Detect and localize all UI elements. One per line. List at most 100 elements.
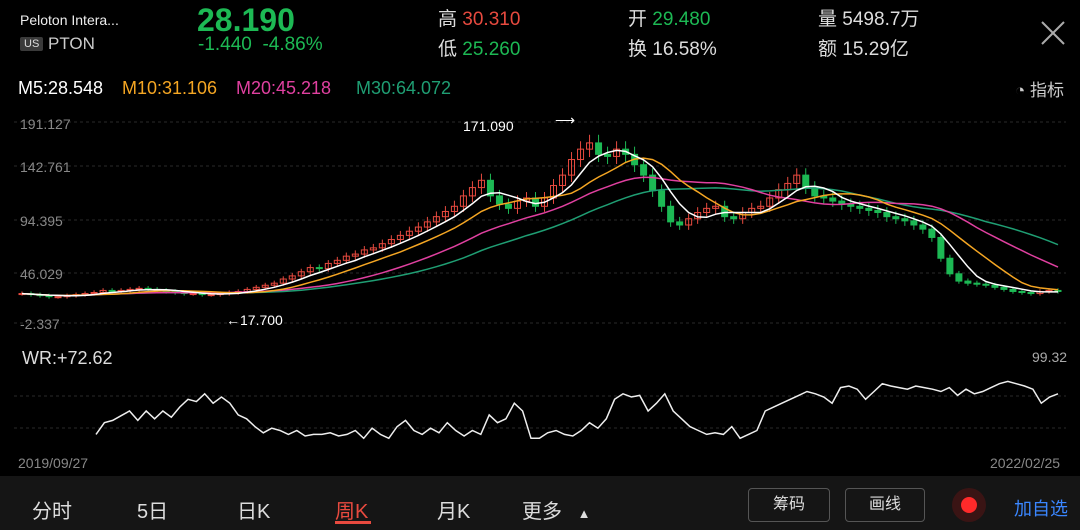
candle-body (901, 218, 909, 222)
candle-body (865, 207, 873, 211)
candle-body (856, 205, 864, 209)
high-label: 高 (438, 9, 458, 30)
tab-more-label: 更多 (522, 501, 562, 523)
ma20-line (21, 176, 1059, 297)
change-value: -1.440 (198, 34, 252, 55)
open-value: 29.480 (652, 9, 711, 30)
candle-body (928, 228, 936, 238)
candle-body (1027, 292, 1035, 295)
record-icon[interactable] (952, 488, 986, 522)
volume-label: 量 (818, 9, 838, 30)
arrow-right-icon: ⟶ (555, 112, 576, 128)
candle-body (676, 221, 684, 226)
ma5-value: M5:28.548 (18, 78, 104, 98)
candle-body (54, 296, 62, 299)
candle-body (315, 267, 323, 270)
ma10-line (21, 157, 1059, 297)
min-price-value: 17.700 (240, 312, 283, 328)
amount-value: 15.29亿 (842, 39, 909, 60)
gauge-icon: ◔ (1014, 81, 1026, 100)
company-name: Peloton Intera... (20, 12, 119, 28)
active-tab-indicator (335, 521, 371, 524)
market-badge: US (20, 37, 44, 51)
candle-body (991, 284, 999, 288)
indicator-label: 指标 (1030, 81, 1064, 100)
y-tick-3: 94.395 (20, 213, 63, 229)
start-date: 2019/09/27 (18, 455, 89, 471)
candle-body (919, 224, 927, 230)
draw-line-button[interactable]: 画线 (845, 488, 925, 522)
ma5-line (21, 149, 1058, 297)
ma10-value: M10:31.106 (122, 78, 218, 98)
y-tick-2: 142.761 (20, 159, 71, 175)
wr-chart[interactable] (0, 368, 1080, 454)
caret-up-icon: ▲ (577, 506, 591, 521)
candle-body (802, 174, 810, 189)
tab-5day[interactable]: 5日 (137, 495, 168, 524)
tab-weekly-k[interactable]: 周K (335, 495, 368, 524)
candle-body (595, 142, 603, 155)
end-date: 2022/02/25 (990, 455, 1061, 471)
candle-body (495, 195, 503, 205)
low-label: 低 (438, 39, 458, 60)
candle-body (946, 257, 954, 275)
y-tick-1: 191.127 (20, 116, 71, 132)
candle-body (604, 153, 612, 157)
high-value: 30.310 (462, 9, 521, 30)
volume-value: 5498.7万 (842, 9, 920, 30)
price-change: -1.440 -4.86% (198, 34, 323, 56)
candle-body (730, 216, 738, 220)
candle-body (964, 280, 972, 284)
candle-body (829, 197, 837, 202)
turnover-label: 换 (628, 39, 648, 60)
candle-body (892, 216, 900, 220)
wr-max-label: 99.32 (1032, 349, 1068, 365)
tab-monthly-k[interactable]: 月K (437, 495, 470, 524)
y-tick-5: -2.337 (20, 316, 60, 332)
candle-body (667, 205, 675, 223)
tab-more[interactable]: 更多 ▲ (522, 495, 590, 524)
candle-body (504, 203, 512, 209)
y-tick-4: 46.029 (20, 266, 63, 282)
ticker-symbol: PTON (48, 34, 95, 53)
candlestick-chart[interactable] (0, 108, 1080, 340)
tab-daily-k[interactable]: 日K (237, 495, 270, 524)
ma30-value: M30:64.072 (356, 78, 452, 98)
change-percent: -4.86% (262, 34, 323, 55)
candle-body (910, 220, 918, 226)
max-price-annotation: 171.090 (463, 118, 514, 134)
candle-body (658, 190, 666, 207)
add-watchlist-button[interactable]: 加自选 (1014, 495, 1068, 521)
candle-body (955, 273, 963, 282)
open-stat: 开 29.480 (628, 4, 710, 31)
ma20-value: M20:45.218 (236, 78, 332, 98)
turnover-stat: 换 16.58% (628, 34, 717, 61)
volume-stat: 量 5498.7万 (818, 4, 919, 31)
candle-body (189, 293, 197, 296)
candle-body (973, 282, 981, 285)
wr-line (95, 380, 1059, 440)
high-stat: 高 30.310 (438, 4, 520, 31)
candle-body (883, 212, 891, 218)
candle-body (874, 209, 882, 214)
candle-body (108, 289, 116, 292)
wr-indicator-label: WR:+72.62 (22, 348, 113, 368)
min-price-annotation: ←17.700 (226, 312, 283, 328)
indicator-button[interactable]: ◔ 指标 (1015, 76, 1064, 101)
low-stat: 低 25.260 (438, 34, 520, 61)
amount-stat: 额 15.29亿 (818, 34, 909, 61)
chip-distribution-button[interactable]: 筹码 (748, 488, 830, 522)
tab-intraday[interactable]: 分时 (32, 495, 72, 524)
turnover-value: 16.58% (652, 39, 717, 60)
candle-body (1000, 286, 1008, 290)
close-icon[interactable] (1038, 18, 1068, 48)
candle-body (1018, 290, 1026, 294)
candle-body (1009, 288, 1017, 292)
candle-body (937, 236, 945, 259)
candle-body (982, 283, 990, 286)
open-label: 开 (628, 9, 648, 30)
low-value: 25.260 (462, 39, 521, 60)
candle-body (640, 164, 648, 176)
amount-label: 额 (818, 39, 838, 60)
candle-body (207, 294, 215, 297)
